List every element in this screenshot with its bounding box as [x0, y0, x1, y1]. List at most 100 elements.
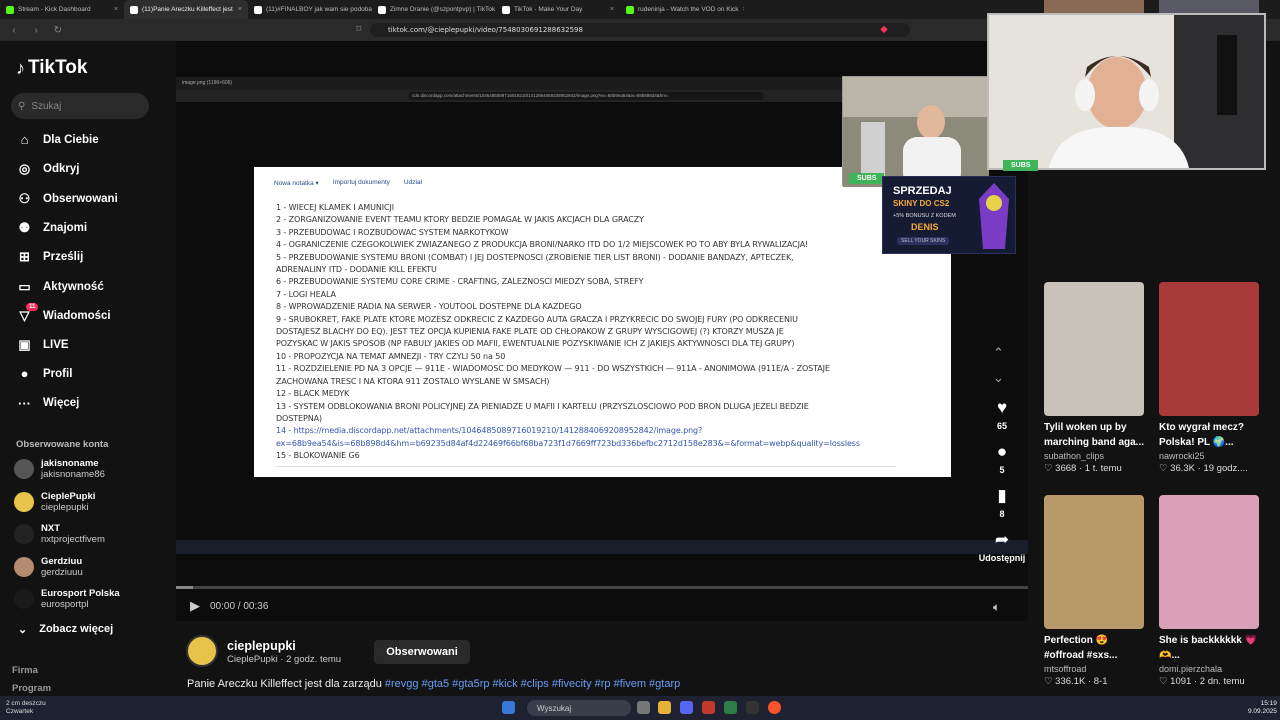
live-icon: ▣ [18, 337, 31, 353]
sidebar-item-2[interactable]: ◎ Odkryj [16, 161, 80, 177]
sidebar-item-6[interactable]: ▭ Aktywność [16, 279, 104, 295]
share-button[interactable]: ➦ Udostępnij [972, 530, 1032, 563]
account-name: NXT [41, 523, 60, 534]
browser-tab[interactable]: Zimne Dranie (@szpontpvp) | TikTok× [372, 0, 496, 19]
close-icon[interactable]: × [610, 6, 614, 13]
sidebar-item-label: Odkryj [43, 163, 80, 176]
tab-label: (11)Panie Areczku Killeffect jest [142, 6, 233, 13]
note-line: DOSTAJESZ BLACHY DO EQ). JEST TEZ OPCJA … [276, 327, 784, 337]
terminal-icon[interactable] [746, 701, 759, 714]
note-line[interactable]: ex=68b9ea54&is=68b898d4&hm=b69235d84af4d… [276, 438, 926, 450]
app-icon-red[interactable] [702, 701, 715, 714]
account-handle: eurosportpl [41, 599, 89, 610]
sidebar-item-5[interactable]: ⊞ Prześlij [16, 249, 83, 265]
video-card[interactable]: She is backkkkkk 💗 🫶... domi.pierzchala ♡ 1… [1159, 495, 1261, 687]
note-line: 13 - SYSTEM ODBLOKOWANIA BRONI POLICYJNE… [276, 401, 809, 411]
volume-icon[interactable]: 🔈︎ [993, 600, 1000, 615]
task-view-icon[interactable] [637, 701, 650, 714]
heart-icon: ♥ [996, 398, 1008, 417]
sidebar-item-label: Aktywność [43, 280, 104, 293]
browser-tab[interactable]: Stream - Kick Dashboard × [0, 0, 124, 19]
followed-account[interactable]: Gerdziuu gerdziuuu [14, 556, 83, 578]
note-line[interactable]: 14 - https://media.discordapp.net/attach… [276, 425, 926, 437]
comment-button[interactable]: ● 5 [980, 442, 1024, 475]
video-card[interactable]: Tylil woken up by marching band aga... sub… [1044, 282, 1146, 474]
author-avatar[interactable] [186, 635, 218, 667]
card-stats: ♡ 36.3K · 19 godz.... [1159, 463, 1248, 474]
windows-search[interactable]: Wyszukaj [527, 700, 631, 716]
sidebar-item-3[interactable]: ⚇ Obserwowani [16, 191, 118, 207]
weather-widget[interactable]: 2 cm deszczu Czwartek [6, 700, 46, 716]
reload-icon[interactable]: ↻ [52, 25, 64, 36]
windows-start-icon[interactable] [502, 701, 515, 714]
sidebar-item-4[interactable]: ⚉ Znajomi [16, 220, 87, 236]
card-author[interactable]: domi.pierzchala [1159, 664, 1261, 674]
card-author[interactable]: subathon_clips [1044, 451, 1146, 461]
avatar [14, 491, 34, 512]
close-icon[interactable]: × [743, 6, 744, 13]
following-button[interactable]: Obserwowani [374, 640, 470, 664]
prev-video-icon[interactable]: ⌃ [993, 345, 1004, 361]
messages-icon: ▽ 11 [16, 302, 39, 324]
sidebar-item-9[interactable]: ● Profil [16, 366, 73, 382]
play-icon[interactable]: ▶ [190, 598, 200, 614]
author-name[interactable]: cieplepupki [227, 639, 296, 653]
bookmark-icon[interactable]: ⌑ [353, 24, 365, 35]
profile-icon: ● [20, 366, 29, 382]
footer-link-program[interactable]: Program [12, 683, 51, 694]
description-hashtags[interactable]: #revgg #gta5 #gta5rp #kick #clips #fivec… [385, 678, 680, 690]
file-explorer-icon[interactable] [658, 701, 671, 714]
video-thumbnail[interactable] [1159, 495, 1259, 629]
close-icon[interactable]: × [114, 6, 118, 13]
browser-tab[interactable]: rudeninja - Watch the VOD on Kick × [620, 0, 744, 19]
search-input[interactable]: ⚲ Szukaj [11, 93, 149, 119]
app-icon-green[interactable] [724, 701, 737, 714]
video-thumbnail[interactable] [1044, 495, 1144, 629]
note-line: 7 - LOGI HEALA [276, 289, 336, 299]
followed-account[interactable]: jakisnoname jakisnoname86 [14, 458, 105, 480]
system-clock[interactable]: 15:19 9.09.2025 [1248, 700, 1277, 716]
discord-icon[interactable] [680, 701, 693, 714]
notes-list: 1 - WIECEJ KLAMEK I AMUNICJI 2 - ZORGANIZ… [276, 202, 926, 463]
brave-icon[interactable] [768, 701, 781, 714]
sidebar-item-1[interactable]: ⌂ Dla Ciebie [16, 132, 99, 147]
close-icon[interactable]: × [238, 6, 242, 13]
sidebar-item-7[interactable]: ▽ 11 Wiadomości [16, 302, 111, 324]
followed-account[interactable]: Eurosport Polska eurosportpl [14, 588, 120, 610]
video-thumbnail[interactable] [1159, 282, 1259, 416]
note-line: ZACHOWANA TRESC I NA KTORA 911 ZOSTALO W… [276, 376, 550, 386]
followed-account[interactable]: NXT nxtprojectfivem [14, 523, 105, 545]
forward-icon[interactable]: › [30, 25, 42, 36]
like-button[interactable]: ♥ 65 [980, 398, 1024, 431]
video-progress-bar[interactable] [176, 586, 1028, 589]
save-button[interactable]: ▮ 8 [980, 486, 1024, 519]
description-text: Panie Areczku Killeffect jest dla zarząd… [187, 678, 385, 690]
promo-brand: SELL YOUR SKINS [897, 237, 950, 245]
back-icon[interactable]: ‹ [8, 25, 20, 36]
account-name: Eurosport Polska [41, 588, 120, 599]
card-author[interactable]: nawrocki25 [1159, 451, 1261, 461]
sidebar-item-label: Prześlij [43, 251, 84, 264]
card-author[interactable]: mtsoffroad [1044, 664, 1146, 674]
sidebar-item-8[interactable]: ▣ LIVE [16, 337, 68, 353]
home-icon: ⌂ [20, 132, 29, 147]
video-card[interactable]: Perfection 😍 #offroad #sxs... mtsoffroad ♡ … [1044, 495, 1146, 687]
comment-icon: ● [996, 442, 1008, 461]
footer-link-company[interactable]: Firma [12, 665, 38, 676]
video-thumbnail[interactable] [1044, 282, 1144, 416]
browser-tab[interactable]: (11)Panie Areczku Killeffect jest × [124, 0, 248, 19]
sidebar-item-label: Wiadomości [43, 309, 111, 322]
note-line: 5 - PRZEBUDOWANIE SYSTEMU BRONI (COMBAT)… [276, 252, 794, 262]
next-video-icon[interactable]: ⌄ [993, 370, 1004, 386]
brave-shield-icon[interactable]: ◆ [878, 24, 890, 35]
video-card[interactable]: Kto wygrał mecz? Polska! PL 🌍... nawrocki2… [1159, 282, 1261, 474]
see-more-button[interactable]: ⌄ Zobacz więcej [18, 623, 113, 636]
card-title: She is backkkkkk 💗 [1159, 635, 1258, 646]
new-note-button: Nowa notatka ▾ [274, 180, 319, 187]
sidebar-item-10[interactable]: ··· Więcej [16, 396, 79, 411]
browser-tab[interactable]: (11)#FINALBOY jak wam sie podoba× [248, 0, 372, 19]
followed-account[interactable]: CieplePupki cieplepupki [14, 491, 95, 513]
browser-tab[interactable]: TikTok - Make Your Day × [496, 0, 620, 19]
tiktok-logo[interactable]: ♪ TikTok [16, 57, 87, 79]
url-field[interactable]: tiktok.com/@cieplepupki/video/7548030691… [370, 23, 910, 37]
